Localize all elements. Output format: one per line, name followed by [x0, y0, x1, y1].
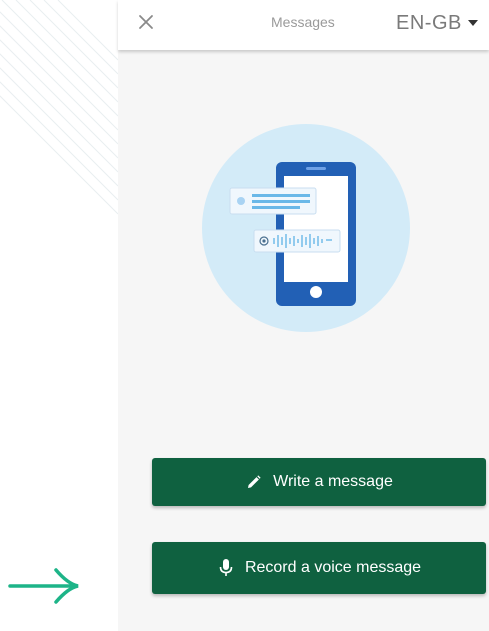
- close-icon: [139, 15, 153, 29]
- caret-down-icon: [467, 20, 478, 26]
- page-title: Messages: [271, 14, 335, 30]
- close-button[interactable]: [134, 10, 158, 34]
- page: Messages EN-GB Write a message Record a …: [0, 0, 489, 631]
- messages-panel: Messages EN-GB Write a message Record a …: [118, 0, 489, 631]
- write-message-label: Write a message: [273, 473, 393, 490]
- panel-header: Messages EN-GB: [118, 0, 489, 50]
- arrow-right-icon: [8, 568, 79, 604]
- language-select[interactable]: EN-GB: [396, 9, 478, 37]
- record-voice-label: Record a voice message: [244, 559, 422, 576]
- write-message-button[interactable]: Write a message: [152, 458, 486, 506]
- phone-message-illustration: [202, 124, 410, 332]
- microphone-icon: [217, 559, 235, 577]
- decorative-stripes: [0, 0, 118, 215]
- language-value: EN-GB: [396, 11, 462, 34]
- record-voice-message-button[interactable]: Record a voice message: [152, 542, 486, 594]
- pencil-icon: [245, 473, 263, 491]
